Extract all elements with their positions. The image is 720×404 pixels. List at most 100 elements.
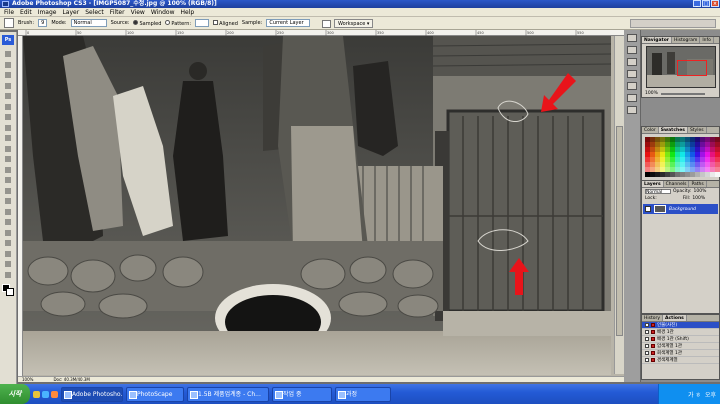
- menu-image[interactable]: Image: [38, 9, 57, 16]
- action-item[interactable]: 암색계열 1관: [642, 343, 719, 350]
- taskbar-item-process[interactable]: 과정: [335, 386, 391, 402]
- palette-well[interactable]: [630, 19, 716, 28]
- marquee-tool-icon[interactable]: [3, 61, 13, 69]
- mode-select[interactable]: Normal: [70, 19, 107, 27]
- brush-tool-icon[interactable]: [3, 124, 13, 132]
- pattern-picker[interactable]: [195, 19, 210, 27]
- quick-launch-icon[interactable]: [42, 390, 49, 398]
- move-tool-icon[interactable]: [3, 50, 13, 58]
- action-item[interactable]: 회색계열 1관: [642, 350, 719, 357]
- navigator-view-box[interactable]: [677, 60, 707, 76]
- close-button[interactable]: ×: [711, 0, 719, 7]
- zoom-tool-icon[interactable]: [3, 271, 13, 279]
- tab-histogram[interactable]: Histogram: [672, 37, 701, 43]
- tab-styles[interactable]: Styles: [688, 127, 707, 133]
- taskbar-item-photoscape[interactable]: PhotoScape: [126, 386, 184, 402]
- healing-tool-icon[interactable]: [3, 113, 13, 121]
- fill-value[interactable]: 100%: [692, 196, 705, 201]
- action-item[interactable]: 경색제계열: [642, 357, 719, 364]
- layer-visibility-icon[interactable]: [645, 206, 651, 212]
- layer-row-background[interactable]: Background: [643, 204, 718, 214]
- color-swatch[interactable]: [715, 172, 720, 177]
- taskbar-item-folder[interactable]: 작업 중: [272, 386, 332, 402]
- tab-swatches[interactable]: Swatches: [658, 127, 688, 133]
- clone-stamp-preset-icon[interactable]: [4, 18, 14, 28]
- opacity-value[interactable]: 100%: [694, 189, 707, 194]
- panel-icon-brushes[interactable]: [627, 34, 637, 42]
- sample-select[interactable]: Current Layer: [266, 19, 311, 27]
- taskbar-item-photoshop[interactable]: Adobe Photosho...: [61, 386, 123, 402]
- blur-tool-icon[interactable]: [3, 176, 13, 184]
- panels-dock: Navigator Histogram Info 100% Color Swat…: [624, 30, 720, 382]
- path-select-tool-icon[interactable]: [3, 218, 13, 226]
- source-sampled-radio[interactable]: Sampled: [133, 19, 161, 27]
- swatches-grid[interactable]: [642, 134, 720, 180]
- aligned-checkbox[interactable]: Aligned: [213, 19, 238, 27]
- clone-stamp-tool-icon[interactable]: [3, 134, 13, 142]
- tab-info[interactable]: Info: [700, 37, 714, 43]
- dodge-tool-icon[interactable]: [3, 187, 13, 195]
- ime-indicator[interactable]: 가 ㅎ: [688, 390, 701, 399]
- workspace-button[interactable]: Workspace ▾: [334, 19, 374, 28]
- panel-icon-clone-source[interactable]: [627, 70, 637, 78]
- hand-tool-icon[interactable]: [3, 260, 13, 268]
- shape-tool-icon[interactable]: [3, 229, 13, 237]
- tab-history[interactable]: History: [642, 315, 664, 321]
- action-item[interactable]: 배경 1관: [642, 329, 719, 336]
- maximize-button[interactable]: □: [702, 0, 710, 7]
- tab-color[interactable]: Color: [642, 127, 659, 133]
- crop-tool-icon[interactable]: [3, 92, 13, 100]
- blend-mode-select[interactable]: Normal: [645, 189, 671, 195]
- background-color-swatch[interactable]: [6, 288, 14, 296]
- taskbar-item-browser[interactable]: 1.5B 제품업계종 - Ch...: [187, 386, 269, 402]
- history-panel: History Actions 인물(사진) 배경 1관 배경 1관 (Shif…: [641, 314, 720, 380]
- panel-icon-tool-presets[interactable]: [627, 46, 637, 54]
- menu-layer[interactable]: Layer: [62, 9, 79, 16]
- quick-launch-icon[interactable]: [51, 390, 58, 398]
- photo-canvas[interactable]: [23, 36, 611, 375]
- gradient-tool-icon[interactable]: [3, 166, 13, 174]
- source-pattern-radio[interactable]: Pattern:: [165, 19, 191, 27]
- quick-launch-icon[interactable]: [33, 390, 40, 398]
- tab-layers[interactable]: Layers: [642, 181, 664, 187]
- menu-select[interactable]: Select: [85, 9, 104, 16]
- menu-view[interactable]: View: [131, 9, 145, 16]
- menu-window[interactable]: Window: [151, 9, 175, 16]
- minimize-button[interactable]: _: [693, 0, 701, 7]
- eyedropper-tool-icon[interactable]: [3, 250, 13, 258]
- vertical-scrollbar[interactable]: [614, 36, 624, 374]
- navigator-zoom-slider[interactable]: [660, 92, 705, 95]
- tab-navigator[interactable]: Navigator: [642, 37, 672, 43]
- type-tool-icon[interactable]: [3, 208, 13, 216]
- slice-tool-icon[interactable]: [3, 103, 13, 111]
- panel-icon-layer-comps[interactable]: [627, 58, 637, 66]
- quick-select-tool-icon[interactable]: [3, 82, 13, 90]
- start-button[interactable]: 시작: [0, 384, 30, 404]
- eraser-tool-icon[interactable]: [3, 155, 13, 163]
- panel-icon-paragraph[interactable]: [627, 94, 637, 102]
- history-brush-tool-icon[interactable]: [3, 145, 13, 153]
- scroll-thumb[interactable]: [616, 126, 623, 336]
- menu-help[interactable]: Help: [181, 9, 195, 16]
- panel-icon-character[interactable]: [627, 106, 637, 114]
- tab-paths[interactable]: Paths: [689, 181, 707, 187]
- workspace-area: Workspace ▾: [322, 19, 374, 28]
- ps-logo-icon[interactable]: Ps: [2, 35, 14, 45]
- navigator-zoom-value[interactable]: 100%: [645, 91, 658, 96]
- tab-actions[interactable]: Actions: [663, 315, 687, 321]
- brush-size-picker[interactable]: 9: [38, 19, 48, 27]
- lasso-tool-icon[interactable]: [3, 71, 13, 79]
- action-item[interactable]: 인물(사진): [642, 322, 719, 329]
- panel-icon-info[interactable]: [627, 82, 637, 90]
- navigator-thumbnail[interactable]: [646, 46, 716, 88]
- toggle-brushes-icon[interactable]: [322, 19, 331, 28]
- pen-tool-icon[interactable]: [3, 197, 13, 205]
- clock: 오후: [704, 391, 716, 399]
- menu-filter[interactable]: Filter: [110, 9, 125, 16]
- menu-file[interactable]: File: [4, 9, 14, 16]
- tab-channels[interactable]: Channels: [664, 181, 690, 187]
- status-zoom[interactable]: 100%: [22, 377, 33, 382]
- menu-edit[interactable]: Edit: [20, 9, 32, 16]
- notes-tool-icon[interactable]: [3, 239, 13, 247]
- action-item[interactable]: 배경 1관 (Shift): [642, 336, 719, 343]
